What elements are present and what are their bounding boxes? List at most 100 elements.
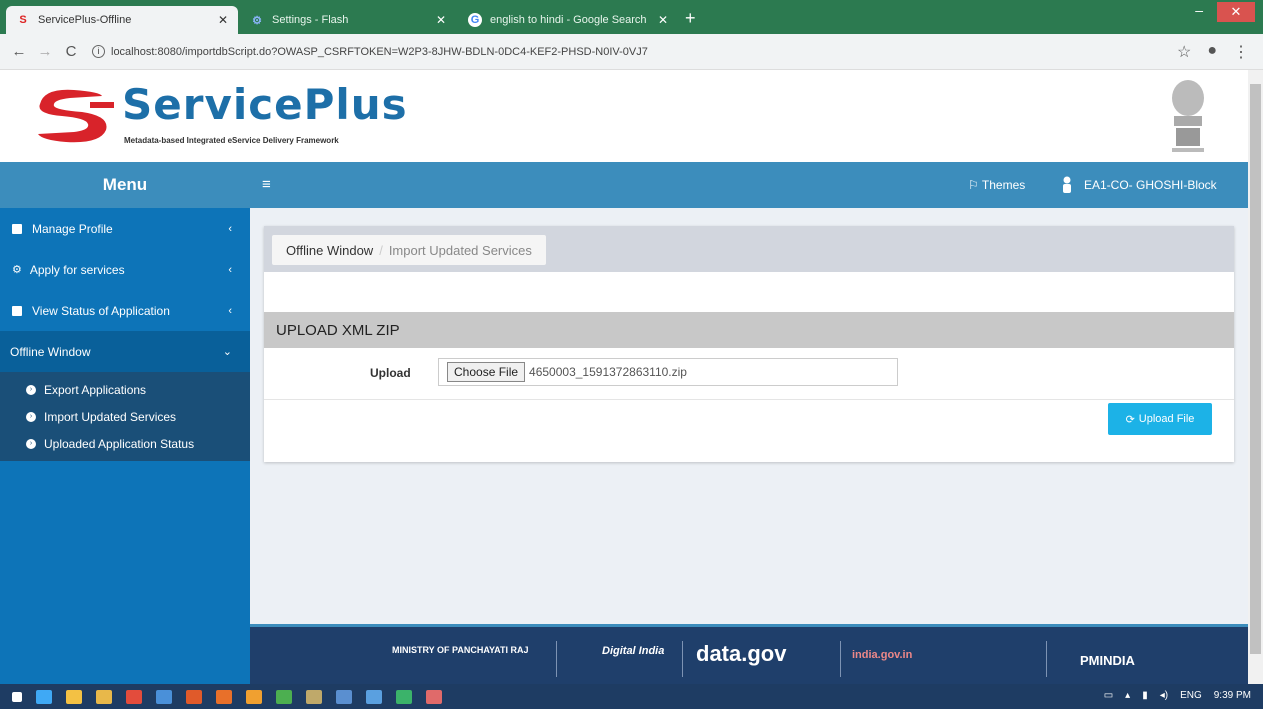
star-icon[interactable]: ☆ <box>1177 42 1191 62</box>
close-tab-icon[interactable]: ✕ <box>658 13 668 27</box>
sidebar-item-offline-window[interactable]: Offline Window ⌄ <box>0 331 250 372</box>
store-icon[interactable] <box>66 689 82 704</box>
clock[interactable]: 9:39 PM <box>1214 690 1251 701</box>
google-icon: G <box>468 13 482 27</box>
cogs-icon: ⚙ <box>12 264 22 276</box>
footer-divider <box>556 641 557 677</box>
app-icon[interactable] <box>186 689 202 704</box>
serviceplus-favicon-icon: S <box>19 14 27 26</box>
footer-logo-india-gov[interactable]: india.gov.in <box>852 649 912 661</box>
page-scrollbar[interactable] <box>1248 70 1263 684</box>
sidebar-item-view-status[interactable]: View Status of Application ‹ <box>0 290 250 331</box>
tab-title: ServicePlus-Offline <box>38 14 132 26</box>
sidebar-subitem-uploaded-application-status[interactable]: › Uploaded Application Status <box>0 430 250 457</box>
back-arrow-icon[interactable]: ← <box>6 43 32 60</box>
footer-divider <box>682 641 683 677</box>
close-tab-icon[interactable]: ✕ <box>218 13 228 27</box>
forward-arrow-icon[interactable]: → <box>32 43 58 60</box>
window-close-button[interactable]: ✕ <box>1217 2 1255 22</box>
user-menu[interactable]: EA1-CO- GHOSHI-Block <box>1062 176 1217 193</box>
sidebar: Manage Profile ‹ ⚙ Apply for services ‹ … <box>0 208 250 684</box>
footer-logo-pmindia[interactable]: PMINDIA <box>1080 653 1135 668</box>
serviceplus-logo-icon <box>38 89 114 143</box>
breadcrumb-separator: / <box>379 242 383 258</box>
breadcrumb-parent[interactable]: Offline Window <box>286 243 373 258</box>
themes-button[interactable]: ⚐ Themes <box>968 178 1025 192</box>
sidebar-item-apply-services[interactable]: ⚙ Apply for services ‹ <box>0 249 250 290</box>
tab-settings-flash[interactable]: ⚙ Settings - Flash ✕ <box>240 6 456 34</box>
sidebar-subitem-label: Export Applications <box>44 382 147 397</box>
app-icon[interactable] <box>366 689 382 704</box>
url-text: localhost:8080/importdbScript.do?OWASP_C… <box>111 45 648 58</box>
chevron-down-icon: ⌄ <box>222 346 232 358</box>
app-icon[interactable] <box>396 689 412 704</box>
new-tab-button[interactable]: + <box>685 8 696 29</box>
user-name: EA1-CO- GHOSHI-Block <box>1084 177 1217 192</box>
file-upload-input[interactable]: Choose File 4650003_1591372863110.zip <box>438 358 898 386</box>
info-icon[interactable]: i <box>92 45 105 58</box>
sidebar-item-label: View Status of Application <box>32 303 170 318</box>
chevron-up-icon[interactable]: ▴ <box>1125 690 1130 701</box>
top-navbar: ≡ ⚐ Themes EA1-CO- GHOSHI-Block <box>250 162 1248 208</box>
chevron-left-icon: ‹ <box>228 304 232 317</box>
edge-icon[interactable] <box>36 689 52 704</box>
more-menu-icon[interactable]: ⋮ <box>1233 42 1249 62</box>
browser-actions: ☆ ● ⋮ <box>1177 42 1249 62</box>
sidebar-item-manage-profile[interactable]: Manage Profile ‹ <box>0 208 250 249</box>
main-content: Offline Window / Import Updated Services… <box>250 208 1248 624</box>
app-icon[interactable] <box>336 689 352 704</box>
footer-divider <box>1046 641 1047 677</box>
refresh-icon: ⟳ <box>1125 413 1135 426</box>
chrome-icon[interactable] <box>276 689 292 704</box>
chevron-left-icon: ‹ <box>228 222 232 235</box>
network-icon[interactable]: ▮ <box>1142 690 1148 701</box>
footer-logo-data-gov[interactable]: data.gov <box>696 641 786 667</box>
arrow-circle-icon: › <box>26 384 36 395</box>
footer-divider <box>840 641 841 677</box>
app-icon[interactable] <box>156 689 172 704</box>
upload-panel: Offline Window / Import Updated Services… <box>264 226 1234 462</box>
sidebar-subitem-label: Import Updated Services <box>44 409 177 424</box>
sidebar-subitem-label: Uploaded Application Status <box>44 436 195 451</box>
profile-icon <box>12 223 22 234</box>
firefox-icon[interactable] <box>246 689 262 704</box>
app-icon[interactable] <box>306 689 322 704</box>
upload-label: Upload <box>370 366 411 380</box>
browser-tab-bar: S ServicePlus-Offline ✕ ⚙ Settings - Fla… <box>0 0 1263 34</box>
scrollbar-thumb[interactable] <box>1250 84 1261 654</box>
windows-taskbar: ▭ ▴ ▮ ◂) ENG 9:39 PM <box>0 684 1263 709</box>
sidebar-subitem-export-applications[interactable]: › Export Applications <box>0 376 250 403</box>
minimize-icon[interactable]: – <box>1195 2 1203 18</box>
chevron-left-icon: ‹ <box>228 263 232 276</box>
site-header: ServicePlus Metadata-based Integrated eS… <box>0 70 1248 162</box>
app-icon[interactable] <box>216 689 232 704</box>
choose-file-button[interactable]: Choose File <box>447 362 526 382</box>
flag-icon: ⚐ <box>968 178 979 192</box>
sidebar-item-label: Offline Window <box>10 344 91 359</box>
account-icon[interactable]: ● <box>1207 42 1217 62</box>
app-icon[interactable] <box>426 689 442 704</box>
menu-header: Menu <box>0 162 250 208</box>
sidebar-subitem-import-updated-services[interactable]: › Import Updated Services <box>0 403 250 430</box>
reload-icon[interactable]: C <box>58 43 84 60</box>
address-bar: ← → C i localhost:8080/importdbScript.do… <box>0 34 1263 70</box>
windows-start-icon[interactable] <box>12 691 22 702</box>
sidebar-item-label: Manage Profile <box>32 221 113 236</box>
footer-logo-digital-india[interactable]: Digital India <box>602 645 664 657</box>
gear-icon: ⚙ <box>252 14 262 27</box>
app-icon[interactable] <box>126 689 142 704</box>
keyboard-icon[interactable]: ▭ <box>1104 690 1113 701</box>
tab-google-search[interactable]: G english to hindi - Google Search ✕ <box>458 6 678 34</box>
hamburger-menu-icon[interactable]: ≡ <box>262 176 271 193</box>
language-indicator[interactable]: ENG <box>1180 690 1202 701</box>
footer-logo-panchayati-raj[interactable]: MINISTRY OF PANCHAYATI RAJ <box>392 645 529 655</box>
section-title: UPLOAD XML ZIP <box>264 312 1234 348</box>
file-explorer-icon[interactable] <box>96 689 112 704</box>
upload-file-button[interactable]: ⟳ Upload File <box>1108 403 1212 435</box>
close-tab-icon[interactable]: ✕ <box>436 13 446 27</box>
user-icon <box>1063 176 1071 193</box>
url-field[interactable]: i localhost:8080/importdbScript.do?OWASP… <box>92 45 648 58</box>
volume-icon[interactable]: ◂) <box>1160 690 1168 701</box>
breadcrumb: Offline Window / Import Updated Services <box>272 235 546 265</box>
tab-serviceplus[interactable]: S ServicePlus-Offline ✕ <box>6 6 238 34</box>
